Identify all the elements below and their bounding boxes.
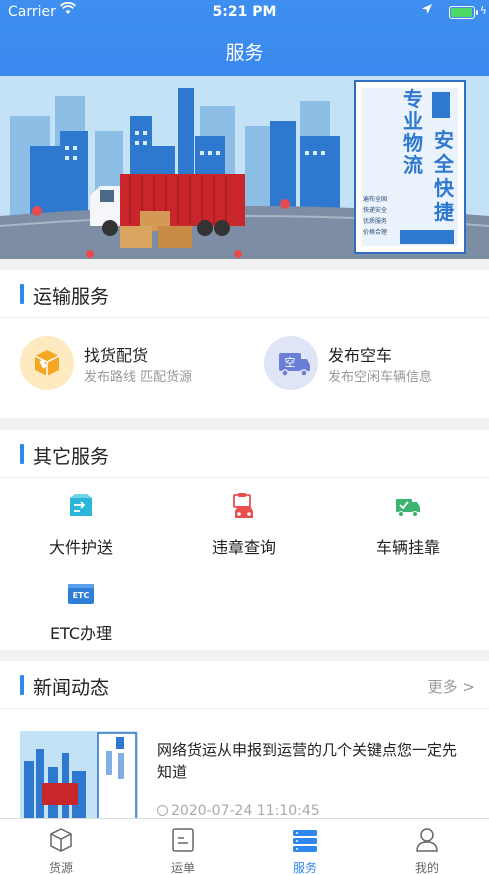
- tab-cargo[interactable]: 货源: [0, 819, 122, 875]
- news-section: 新闻动态 更多 > 网络货运从申报到运营的几个关键点您一定先知道 2020-07…: [0, 661, 489, 818]
- section-header: 新闻动态 更多 >: [0, 661, 489, 709]
- promo-banner[interactable]: 专业物流 安全快捷 遍布全国 快递安全 优质服务 价格合理: [0, 76, 489, 259]
- tab-label: 服务: [292, 861, 317, 875]
- violation-query-service[interactable]: 违章查询: [184, 492, 304, 558]
- section-title: 其它服务: [33, 446, 110, 468]
- section-title: 新闻动态: [33, 677, 110, 699]
- etc-badge: ETC: [72, 591, 90, 600]
- tab-mine[interactable]: 我的: [366, 819, 488, 875]
- location-arrow-icon: [421, 3, 433, 19]
- section-accent-bar: [20, 444, 24, 464]
- battery-icon: [449, 6, 478, 19]
- section-accent-bar: [20, 675, 24, 695]
- tab-waybill[interactable]: 运单: [122, 819, 244, 875]
- service-label: 车辆挂靠: [375, 538, 440, 557]
- banner-slogan-1: 专业物流: [403, 87, 423, 177]
- other-services-section: 其它服务 大件护送 违章查询 车辆挂靠 ETC ETC办理: [0, 430, 489, 650]
- service-desc: 发布路线 匹配货源: [84, 370, 193, 385]
- truck-affiliation-service[interactable]: 车辆挂靠: [348, 492, 468, 558]
- section-title: 运输服务: [33, 286, 110, 308]
- status-time: 5:21 PM: [212, 4, 277, 20]
- escort-truck-icon: [66, 492, 96, 522]
- tab-service[interactable]: 服务: [244, 819, 366, 875]
- publish-empty-truck-service[interactable]: 空 发布空车 发布空闲车辆信息: [264, 336, 474, 396]
- waybill-icon: [170, 827, 196, 853]
- banner-feature: 优质服务: [363, 218, 388, 225]
- box-icon: [20, 336, 74, 390]
- cube-icon: [48, 827, 74, 853]
- section-header: 其它服务: [0, 430, 489, 478]
- status-bar: Carrier 5:21 PM ϟ: [0, 0, 489, 26]
- truck-affiliation-icon: [393, 492, 423, 522]
- service-label: 大件护送: [48, 538, 113, 557]
- transport-section: 运输服务 找货配货 发布路线 匹配货源 空 发布空车 发布空闲车辆信息: [0, 270, 489, 418]
- section-accent-bar: [20, 284, 24, 304]
- top-bar: Carrier 5:21 PM ϟ 服务: [0, 0, 489, 76]
- service-icon: [292, 827, 318, 853]
- tab-label: 我的: [414, 861, 439, 875]
- escort-service[interactable]: 大件护送: [21, 492, 141, 558]
- find-cargo-service[interactable]: 找货配货 发布路线 匹配货源: [20, 336, 240, 396]
- charging-bolt-icon: ϟ: [479, 4, 487, 17]
- etc-card-icon: ETC: [66, 578, 96, 608]
- banner-slogan-2: 安全快捷: [434, 128, 454, 224]
- banner-features: 遍布全国 快递安全 优质服务 价格合理: [363, 194, 403, 238]
- tab-label: 货源: [48, 861, 73, 875]
- banner-feature: 遍布全国: [363, 196, 388, 203]
- empty-truck-icon: 空: [264, 336, 318, 390]
- news-thumbnail[interactable]: [20, 731, 138, 818]
- more-news-link[interactable]: 更多 >: [428, 676, 475, 697]
- service-label: ETC办理: [49, 624, 113, 643]
- service-label: 违章查询: [211, 538, 276, 557]
- banner-feature: 价格合理: [363, 229, 388, 236]
- tab-label: 运单: [170, 861, 195, 875]
- banner-feature: 快递安全: [363, 207, 388, 214]
- page-title: 服务: [225, 42, 264, 64]
- clock-icon: [157, 805, 168, 816]
- etc-service[interactable]: ETC ETC办理: [21, 578, 141, 644]
- news-title[interactable]: 网络货运从申报到运营的几个关键点您一定先知道: [157, 739, 457, 783]
- news-timestamp: 2020-07-24 11:10:45: [171, 803, 320, 818]
- service-name: 找货配货: [84, 346, 149, 365]
- service-desc: 发布空闲车辆信息: [328, 370, 433, 385]
- user-icon: [414, 827, 440, 853]
- violation-car-icon: [229, 492, 259, 522]
- news-time: 2020-07-24 11:10:45: [157, 803, 320, 818]
- tab-bar: 货源 运单 服务 我的: [0, 818, 489, 875]
- section-header: 运输服务: [0, 270, 489, 318]
- service-name: 发布空车: [328, 346, 393, 365]
- empty-badge: 空: [284, 356, 296, 369]
